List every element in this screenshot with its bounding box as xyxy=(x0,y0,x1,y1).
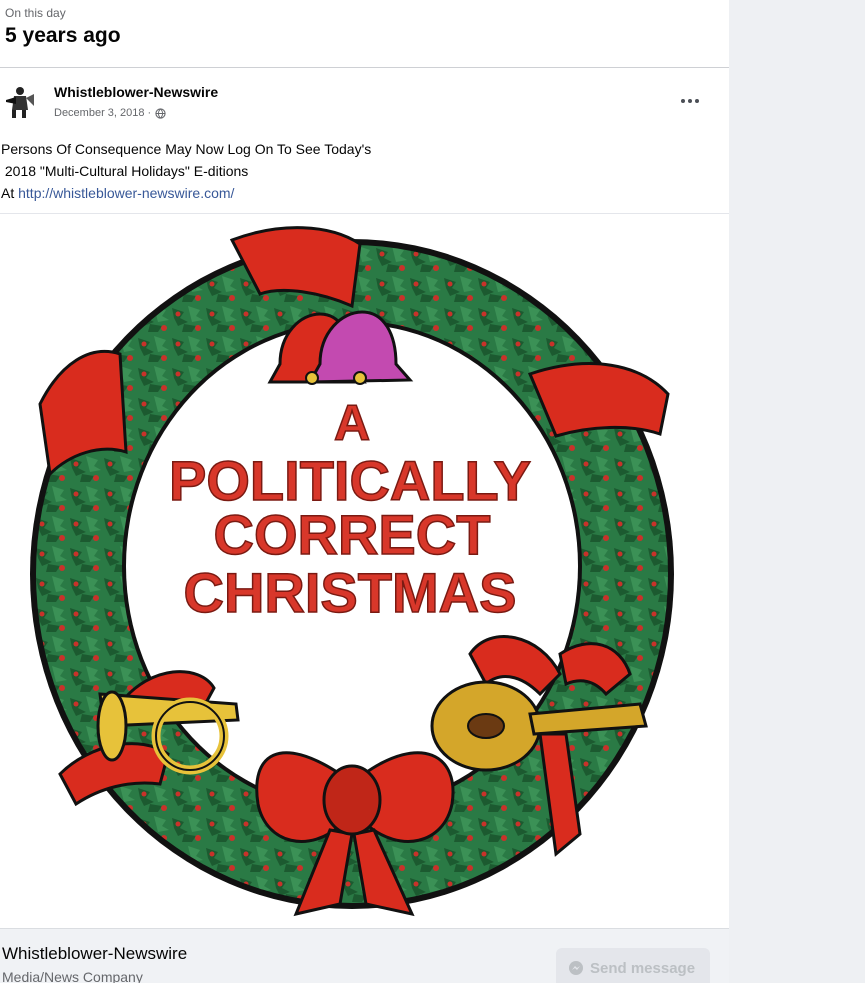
globe-icon xyxy=(155,107,166,119)
post-text: Persons Of Consequence May Now Log On To… xyxy=(1,138,371,204)
image-text-line-3: CORRECT xyxy=(214,503,491,566)
megaphone-figure-icon xyxy=(0,80,42,122)
post-link[interactable]: http://whistleblower-newswire.com/ xyxy=(18,185,234,201)
on-this-day-label: On this day xyxy=(5,6,66,20)
on-this-day-title: 5 years ago xyxy=(5,24,121,47)
footer-page-name[interactable]: Whistleblower-Newswire xyxy=(2,944,187,964)
post-text-line-3: At http://whistleblower-newswire.com/ xyxy=(1,182,371,204)
feed-column: On this day 5 years ago Whistleblower-Ne… xyxy=(0,0,729,983)
post-text-line-1: Persons Of Consequence May Now Log On To… xyxy=(1,141,372,157)
post-text-line-2: 2018 "Multi-Cultural Holidays" E-ditions xyxy=(1,163,249,179)
page-footer: Whistleblower-Newswire Media/News Compan… xyxy=(0,928,729,983)
send-message-label: Send message xyxy=(590,959,696,977)
image-text-line-4: CHRISTMAS xyxy=(184,561,517,624)
post-date[interactable]: December 3, 2018 · xyxy=(54,107,151,119)
wreath-illustration: A POLITICALLY CORRECT CHRISTMAS xyxy=(30,226,674,917)
post-meta: December 3, 2018 · xyxy=(54,107,166,119)
post-image[interactable]: A POLITICALLY CORRECT CHRISTMAS xyxy=(0,214,729,928)
post-author[interactable]: Whistleblower-Newswire xyxy=(54,84,218,100)
send-message-button[interactable]: Send message xyxy=(556,948,710,983)
author-avatar[interactable] xyxy=(0,80,42,122)
post-text-prefix: At xyxy=(1,185,19,201)
image-text-line-1: A xyxy=(334,395,370,451)
right-gutter xyxy=(729,0,865,983)
messenger-icon xyxy=(569,961,583,975)
more-options-icon[interactable] xyxy=(678,92,702,110)
footer-category: Media/News Company xyxy=(2,969,143,983)
divider xyxy=(0,67,729,68)
